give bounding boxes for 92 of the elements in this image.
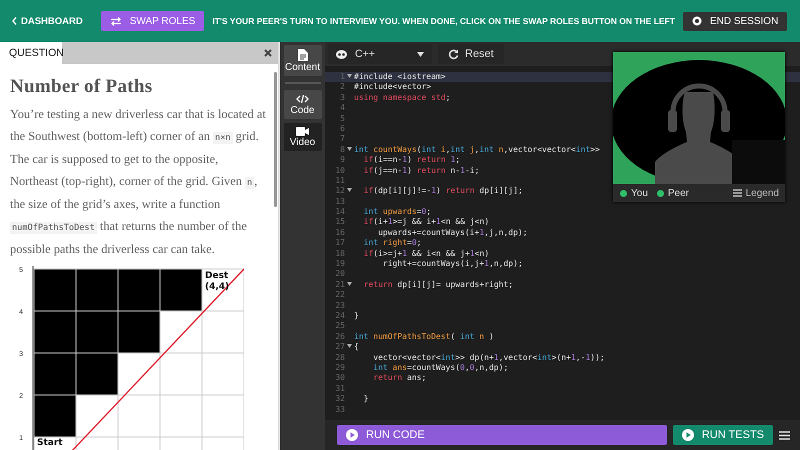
end-session-button[interactable]: END SESSION <box>682 12 788 30</box>
code-line: return dp[i][j]= upwards+right; <box>362 280 514 290</box>
code-line: } <box>354 310 359 322</box>
line-number: 7 <box>339 134 345 145</box>
swap-roles-button[interactable]: SWAP ROLES <box>100 11 204 31</box>
code-line: int right=0; <box>362 238 422 249</box>
code-line: using namespace std; <box>354 92 450 104</box>
play-icon <box>346 429 358 441</box>
line-number: 21 <box>334 280 345 290</box>
line-number: 15 <box>334 217 345 228</box>
caret-icon <box>417 52 424 56</box>
refresh-icon <box>448 48 459 60</box>
line-number: 1 <box>339 72 345 82</box>
line-number: 2 <box>339 82 345 93</box>
chevron-left-icon <box>12 17 17 25</box>
line-number: 13 <box>334 196 345 208</box>
line-number: 31 <box>334 384 345 394</box>
run-tests-button[interactable]: RUN TESTS <box>672 425 773 445</box>
dashboard-link[interactable]: DASHBOARD <box>12 16 83 26</box>
menu-icon[interactable] <box>779 430 790 440</box>
line-number: 29 <box>334 362 345 374</box>
line-number: 23 <box>334 300 345 311</box>
line-number: 12 <box>334 186 345 197</box>
code-icon <box>296 94 309 104</box>
code-line: int numOfPathsToDest( int n ) <box>354 332 494 342</box>
code-line: right+=countWays(i,j+1,n,dp); <box>382 259 523 270</box>
line-number: 22 <box>334 290 345 301</box>
code-line: int ans=countWays(0,0,n,dp); <box>372 362 508 374</box>
code-line: int upwards=0; <box>362 207 432 218</box>
language-dropdown[interactable]: C++ <box>328 44 432 64</box>
code-line: if(i+1>=j && i+1<n && j<n) <box>362 217 490 228</box>
fold-arrow-icon[interactable] <box>347 344 352 348</box>
document-icon <box>298 49 308 61</box>
line-number: 9 <box>339 155 345 166</box>
turn-message: IT'S YOUR PEER'S TURN TO INTERVIEW YOU. WHEN DONE, CLICK ON THE SWAP ROLES BUTTON ON THE LEFT <box>212 16 675 26</box>
code-line: if(i==n-1) return 1; <box>362 155 460 166</box>
fold-arrow-icon[interactable] <box>347 146 352 151</box>
start-label: Start <box>37 438 63 448</box>
scrollbar[interactable] <box>274 72 277 207</box>
code-line: return ans; <box>372 373 426 384</box>
line-number: 16 <box>334 228 345 238</box>
code-line: } <box>362 394 368 404</box>
side-tab[interactable]: Content <box>284 45 322 76</box>
line-number: 19 <box>334 259 345 270</box>
question-tab[interactable]: QUESTION <box>0 42 62 64</box>
close-icon <box>264 49 272 57</box>
code-line: #include <iostream> <box>354 72 446 82</box>
line-number: 20 <box>334 269 345 280</box>
record-icon <box>692 16 702 26</box>
code-line: int countWays(int i,int j,int n,vector<vector<int>> <box>354 144 600 156</box>
line-number: 30 <box>334 373 345 384</box>
line-number: 3 <box>339 92 345 104</box>
code-line: if(j==n-1) return n-1-i; <box>362 166 480 176</box>
question-text: You’re testing a new driverless car that is located at the Southwest (bottom-left) corner of an n×n grid. The car is supposed to get to the opposite, Northeast (top-right), corner of the grid. Given n , the size of the grid’s axes, write a function numOfPathsToDest that returns the number of the possible paths the driverless car can take. <box>10 106 267 258</box>
line-number: 26 <box>334 332 345 342</box>
line-number: 28 <box>334 352 345 363</box>
swap-arrows-icon <box>110 16 122 26</box>
line-number: 25 <box>334 321 345 332</box>
line-number: 33 <box>334 404 345 415</box>
language-logo-icon <box>336 50 347 58</box>
code-line: vector<vector<int>> dp(n+1,vector<int>(n+1,-1)); <box>372 352 605 363</box>
line-number: 10 <box>334 166 345 176</box>
fold-arrow-icon[interactable] <box>347 282 352 286</box>
line-number: 18 <box>334 248 345 260</box>
line-number: 27 <box>334 342 345 353</box>
side-tab[interactable]: Code <box>284 90 322 119</box>
legend-label: You <box>631 188 648 198</box>
fold-arrow-icon[interactable] <box>347 74 352 78</box>
reset-button[interactable]: Reset <box>438 44 504 64</box>
code-line: if(i>=j+1 && i<n && j+1<n) <box>362 248 490 260</box>
legend-label: Peer <box>668 188 689 198</box>
line-number: 5 <box>339 114 345 124</box>
line-number: 24 <box>334 310 345 322</box>
video-camera-icon <box>296 127 309 136</box>
play-icon <box>682 429 694 441</box>
line-number: 11 <box>334 176 345 186</box>
line-number: 6 <box>339 124 345 134</box>
line-number: 4 <box>339 103 345 114</box>
question-title: Number of Paths <box>10 76 154 98</box>
menu-icon <box>732 189 742 197</box>
code-line: { <box>354 342 359 353</box>
line-number: 17 <box>334 238 345 249</box>
side-tab[interactable]: Video <box>284 123 322 151</box>
code-line: if(dp[i][j]!=-1) return dp[i][j]; <box>362 186 523 197</box>
code-line: upwards+=countWays(i+1,j,n,dp); <box>377 228 528 238</box>
code-line: #include<vector> <box>354 82 432 93</box>
line-number: 8 <box>339 144 345 156</box>
legend-button[interactable]: Legend <box>732 188 779 198</box>
line-number: 32 <box>334 394 345 404</box>
fold-arrow-icon[interactable] <box>347 188 352 192</box>
line-number: 14 <box>334 207 345 218</box>
run-code-button[interactable]: RUN CODE <box>337 425 667 445</box>
